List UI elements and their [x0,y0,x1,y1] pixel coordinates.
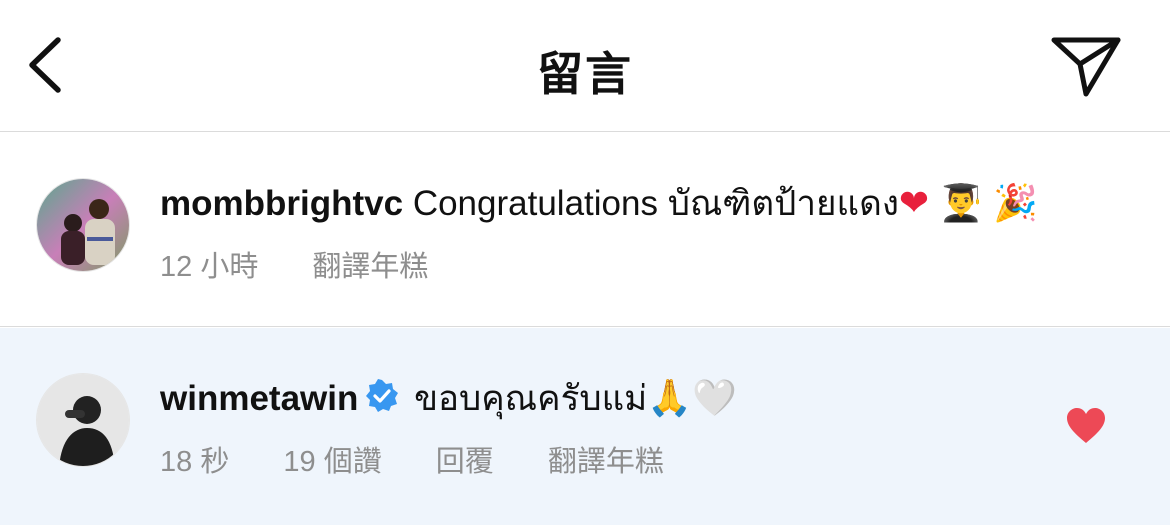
comment-item: winmetawin ขอบคุณครับแม่🙏🤍 18 秒 19 個讚 回覆… [0,328,1170,525]
translate-link[interactable]: 翻譯年糕 [312,251,428,283]
reply-button[interactable]: 回覆 [436,446,494,478]
comment-body: mombbrightvc Congratulations บัณฑิตป้ายแ… [160,179,1038,229]
folded-hands-emoji: 🙏 [647,378,693,419]
red-heart-emoji: ❤ [898,183,930,224]
avatar-photo [37,179,129,271]
avatar[interactable] [36,373,130,467]
comment-meta: 12 小時 翻譯年糕 [160,243,474,285]
party-popper-emoji: 🎉 [993,183,1039,224]
white-heart-emoji: 🤍 [692,378,737,419]
paper-plane-icon [1051,37,1121,97]
comment-time: 18 秒 [160,446,230,478]
verified-badge-icon [364,378,400,414]
comment-text: Congratulations บัณฑิตป้ายแดง [412,184,899,223]
graduate-emoji: 👨‍🎓 [938,183,984,224]
translate-link[interactable]: 翻譯年糕 [548,446,664,478]
comment-meta: 18 秒 19 個讚 回覆 翻譯年糕 [160,438,710,480]
comment-time: 12 小時 [160,251,259,283]
comments-header: 留言 [0,0,1170,132]
avatar-photo [37,374,129,466]
comment-text: ขอบคุณครับแม่ [414,379,648,418]
heart-filled-icon [1067,408,1105,443]
comment-username[interactable]: winmetawin [160,379,358,418]
comment-body: winmetawin ขอบคุณครับแม่🙏🤍 [160,374,737,424]
likes-count[interactable]: 19 個讚 [283,446,381,478]
like-button[interactable] [1064,406,1108,446]
avatar[interactable] [36,178,130,272]
comment-item: mombbrightvc Congratulations บัณฑิตป้ายแ… [0,133,1170,327]
comment-username[interactable]: mombbrightvc [160,184,403,223]
page-title: 留言 [537,48,633,100]
share-button[interactable] [1044,28,1128,102]
